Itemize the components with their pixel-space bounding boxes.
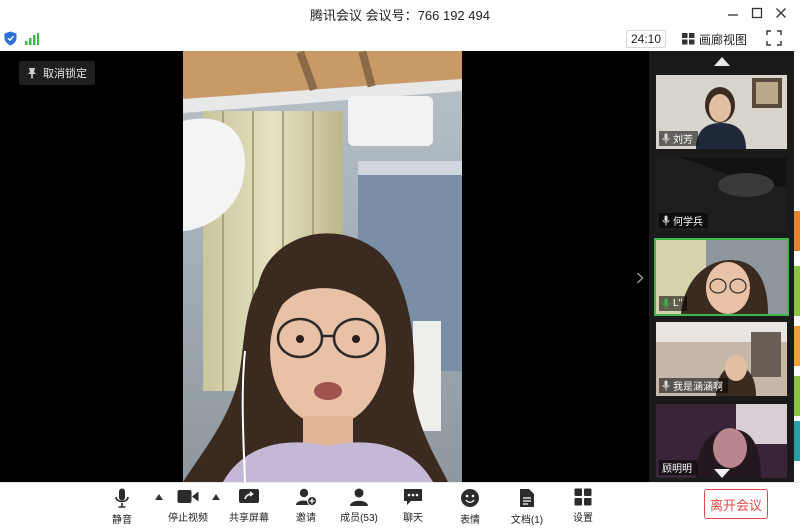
chat-button[interactable]: 聊天 [383, 488, 443, 524]
pin-icon [28, 68, 36, 79]
maximize-button[interactable] [746, 3, 768, 23]
participant-tile[interactable]: 顾明明 [656, 404, 787, 478]
microphone-icon [662, 133, 670, 144]
network-signal[interactable] [25, 32, 39, 50]
invite-icon [296, 488, 317, 506]
microphone-icon [662, 380, 670, 391]
settings-button[interactable]: 设置 [553, 488, 613, 524]
leave-meeting-button[interactable]: 离开会议 [704, 489, 768, 519]
participant-name: L'' [673, 298, 683, 309]
grid-icon [682, 33, 695, 45]
chevron-right-icon [637, 272, 644, 284]
participant-label: L'' [659, 296, 688, 311]
main-video-stage: 取消锁定 [0, 51, 649, 482]
tool-label: 成员(53) [340, 513, 378, 524]
participant-name: 何学兵 [673, 217, 703, 228]
gallery-view-button[interactable]: 画廊视图 [682, 30, 747, 48]
mute-button[interactable]: 静音 [92, 488, 152, 526]
tool-label: 共享屏幕 [229, 513, 269, 524]
unlock-label: 取消锁定 [43, 68, 87, 80]
triangle-down-icon [713, 469, 730, 478]
emoji-button[interactable]: 表情 [440, 488, 500, 526]
meeting-controls: 静音 停止视频 共享屏幕 邀请 成员(53) 聊天 表情 文档(1) 设置 离开… [0, 482, 800, 528]
collapse-panel-button[interactable] [636, 271, 644, 287]
main-speaker-video[interactable] [183, 51, 462, 482]
tool-label: 静音 [112, 515, 132, 526]
maximize-icon [751, 7, 763, 19]
unlock-button[interactable]: 取消锁定 [19, 61, 95, 85]
minimize-icon [728, 14, 738, 16]
participant-tile[interactable]: 我是涵涵啊 [656, 322, 787, 396]
speaker-video-frame [183, 51, 462, 482]
microphone-icon [115, 488, 129, 508]
minimize-button[interactable] [722, 3, 744, 23]
participant-label: 刘芳 [659, 131, 698, 146]
close-icon [776, 8, 786, 18]
gallery-view-label: 画廊视图 [699, 32, 748, 47]
members-icon [350, 488, 368, 506]
video-camera-icon [177, 490, 199, 503]
stop-video-button[interactable]: 停止视频 [158, 488, 218, 524]
chat-icon [404, 489, 422, 505]
participant-tile-active[interactable]: L'' [654, 238, 789, 316]
scroll-up-button[interactable] [649, 57, 794, 66]
speaking-microphone-icon [662, 298, 670, 309]
window-title: 腾讯会议 会议号：766 192 494 [310, 8, 490, 23]
settings-icon [574, 488, 592, 506]
participant-video-panel: 刘芳 何学兵 L'' 我是涵涵啊 顾明明 [649, 51, 794, 482]
document-icon [520, 489, 534, 507]
scroll-down-button[interactable] [649, 469, 794, 478]
tool-label: 邀请 [296, 513, 316, 524]
close-button[interactable] [770, 3, 792, 23]
share-screen-icon [239, 489, 259, 503]
signal-bars-icon [25, 33, 39, 45]
tool-label: 聊天 [403, 513, 423, 524]
fullscreen-button[interactable] [766, 30, 782, 46]
members-button[interactable]: 成员(53) [329, 488, 389, 524]
panel-edge [794, 51, 800, 482]
security-button[interactable] [4, 31, 17, 51]
documents-button[interactable]: 文档(1) [497, 488, 557, 526]
tool-label: 停止视频 [168, 513, 208, 524]
emoji-icon [461, 489, 479, 507]
participant-tile[interactable]: 刘芳 [656, 75, 787, 149]
participant-name: 刘芳 [673, 135, 693, 146]
fullscreen-icon [766, 30, 782, 46]
microphone-icon [662, 215, 670, 226]
share-screen-button[interactable]: 共享屏幕 [219, 488, 279, 524]
shield-icon [4, 31, 17, 46]
meeting-toolbar: 24:10 画廊视图 [0, 26, 800, 51]
participant-label: 何学兵 [659, 213, 708, 228]
triangle-up-icon [713, 57, 730, 66]
participant-name: 我是涵涵啊 [673, 382, 723, 393]
meeting-window: 腾讯会议 会议号：766 192 494 24:10 画廊视图 取消锁定 刘芳 … [0, 0, 800, 528]
tool-label: 设置 [573, 513, 593, 524]
participant-label: 我是涵涵啊 [659, 378, 728, 393]
title-bar: 腾讯会议 会议号：766 192 494 [0, 0, 800, 26]
invite-button[interactable]: 邀请 [276, 488, 336, 524]
participant-tile[interactable]: 何学兵 [656, 157, 787, 231]
meeting-timer: 24:10 [626, 30, 666, 48]
tool-label: 文档(1) [510, 515, 544, 526]
tool-label: 表情 [460, 515, 480, 526]
